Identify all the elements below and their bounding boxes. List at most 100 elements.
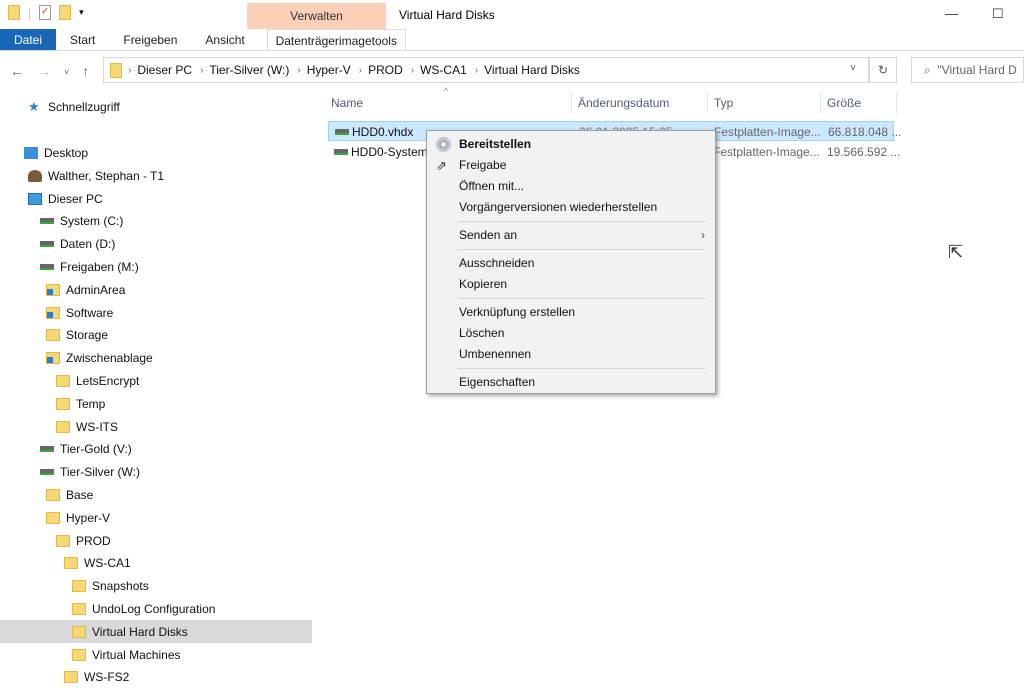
sidebar-item[interactable]: LetsEncrypt (0, 370, 312, 393)
sidebar-item[interactable]: Tier-Silver (W:) (0, 461, 312, 484)
breadcrumb-item[interactable]: Virtual Hard Disks (484, 63, 580, 77)
refresh-button[interactable]: ↻ (869, 57, 897, 83)
sidebar-item[interactable]: Software (0, 301, 312, 324)
maximize-button[interactable]: ☐ (992, 6, 1004, 22)
sidebar-item[interactable]: Dieser PC (0, 187, 312, 210)
menu-item[interactable]: Verknüpfung erstellen (427, 302, 715, 323)
menu-item-label: Umbenennen (459, 347, 532, 361)
menu-item[interactable]: Senden an › (427, 225, 715, 246)
menu-item[interactable]: Ausschneiden (427, 253, 715, 274)
menu-item[interactable]: Öffnen mit... (427, 176, 715, 197)
menu-item-label: Öffnen mit... (459, 179, 525, 193)
sidebar-item[interactable]: Tier-Gold (V:) (0, 438, 312, 461)
menu-item-label: Vorgängerversionen wiederherstellen (459, 200, 658, 214)
share-icon (46, 283, 60, 296)
sidebar-item[interactable]: Walther, Stephan - T1 (0, 164, 312, 187)
column-header-type[interactable]: Typ (708, 92, 821, 114)
sidebar-item[interactable]: Base (0, 484, 312, 507)
breadcrumb-item[interactable]: PROD (368, 63, 403, 77)
desk-icon (24, 146, 38, 159)
sidebar-item-label: Software (66, 305, 114, 320)
address-dropdown-icon[interactable]: ˅ (850, 63, 856, 74)
sidebar-item-label: Tier-Gold (V:) (60, 442, 132, 457)
sidebar-item[interactable]: AdminArea (0, 278, 312, 301)
breadcrumb-item[interactable]: WS-CA1 (420, 63, 467, 77)
sidebar-item[interactable]: Freigaben (M:) (0, 256, 312, 279)
minimize-button[interactable]: — (945, 6, 958, 21)
sidebar-item[interactable]: Desktop (0, 142, 312, 165)
folder-icon[interactable] (8, 5, 20, 20)
file-size: 66.818.048 ... (828, 125, 902, 139)
sidebar-item[interactable]: Zwischenablage (0, 347, 312, 370)
manage-context-tab[interactable]: Verwalten (247, 3, 386, 29)
breadcrumb-separator-icon[interactable]: › (297, 65, 300, 76)
menu-separator (457, 368, 705, 369)
drive-icon (40, 446, 54, 453)
breadcrumb-separator-icon[interactable]: › (411, 65, 414, 76)
tab-start[interactable]: Start (56, 29, 109, 50)
menu-item[interactable]: ⇗ Freigabe (427, 155, 715, 176)
sidebar-item[interactable]: System (C:) (0, 210, 312, 233)
sidebar-item[interactable]: Temp (0, 392, 312, 415)
forward-icon[interactable]: → (37, 63, 51, 81)
menu-item[interactable]: Kopieren (427, 274, 715, 295)
menu-item-label: Freigabe (459, 158, 507, 172)
sidebar-item-label: Virtual Machines (92, 647, 181, 662)
tab-datei[interactable]: Datei (0, 29, 57, 50)
breadcrumb-item[interactable]: Hyper-V (307, 63, 351, 77)
menu-item[interactable]: Löschen (427, 323, 715, 344)
sidebar-item[interactable]: Storage (0, 324, 312, 347)
menu-item-label: Senden an (459, 228, 518, 242)
folder-icon (56, 374, 70, 387)
tab-freigeben[interactable]: Freigeben (109, 29, 191, 50)
column-header-date[interactable]: Änderungsdatum (572, 92, 708, 114)
menu-item[interactable]: Vorgängerversionen wiederherstellen (427, 197, 715, 218)
breadcrumb-item[interactable]: Tier-Silver (W:) (209, 63, 289, 77)
sidebar-item[interactable]: Daten (D:) (0, 233, 312, 256)
breadcrumb-separator-icon[interactable]: › (200, 65, 203, 76)
breadcrumb-separator-icon[interactable]: › (359, 65, 362, 76)
sidebar-item-label: WS-CA1 (84, 556, 131, 571)
sidebar-item-label: Desktop (44, 145, 89, 160)
star-icon: ★ (28, 99, 40, 115)
search-input[interactable]: ⌕ "Virtual Hard D (911, 57, 1024, 83)
breadcrumb-item[interactable]: Dieser PC (137, 63, 192, 77)
sidebar-item[interactable]: WS-ITS (0, 415, 312, 438)
sidebar-item[interactable]: ★ Schnellzugriff (0, 96, 312, 119)
sidebar-item[interactable]: WS-CA1 (0, 552, 312, 575)
column-header-size[interactable]: Größe (821, 92, 897, 114)
sidebar-item[interactable]: PROD (0, 529, 312, 552)
menu-separator (457, 221, 705, 222)
sidebar-item[interactable]: UndoLog Configuration (0, 598, 312, 621)
new-folder-icon[interactable] (59, 5, 72, 20)
folder-icon (56, 397, 70, 410)
breadcrumb-separator-icon[interactable]: › (475, 65, 478, 76)
sidebar-item-label: Snapshots (92, 579, 149, 594)
menu-item[interactable]: Eigenschaften (427, 372, 715, 393)
sidebar-item-label: Storage (66, 328, 109, 343)
sidebar-item-label: Base (66, 487, 94, 502)
back-icon[interactable]: ← (10, 63, 24, 81)
file-size: 19.566.592 ... (827, 145, 901, 159)
sidebar-item[interactable]: Snapshots (0, 575, 312, 598)
sidebar-item[interactable]: Hyper-V (0, 506, 312, 529)
column-header-name[interactable]: Name (325, 92, 572, 114)
sidebar-item[interactable]: WS-FS2 (0, 666, 312, 689)
address-bar[interactable]: › Dieser PC › Tier-Silver (W:) › Hyper-V › PROD… (103, 57, 869, 83)
sidebar-item-label: PROD (76, 533, 111, 548)
tab-datentraegerimagetools[interactable]: Datenträgerimagetools (266, 29, 406, 50)
user-icon (28, 169, 42, 182)
menu-item[interactable]: Bereitstellen (427, 134, 715, 155)
properties-icon[interactable]: ✓ (39, 5, 52, 20)
customize-dropdown-icon[interactable]: ▾ (79, 7, 84, 18)
tab-ansicht[interactable]: Ansicht (191, 29, 258, 50)
menu-item-label: Ausschneiden (459, 256, 535, 270)
sidebar-item[interactable]: Virtual Hard Disks (0, 620, 312, 644)
recent-dropdown-icon[interactable]: ˅ (64, 63, 69, 81)
menu-item[interactable]: Umbenennen (427, 344, 715, 365)
up-icon[interactable]: ↑ (82, 63, 89, 81)
ribbon-tabs: Datei Start Freigeben Ansicht Datenträge… (0, 29, 1024, 51)
search-placeholder: "Virtual Hard D (937, 63, 1017, 77)
menu-item-label: Verknüpfung erstellen (459, 305, 576, 319)
breadcrumb-separator-icon[interactable]: › (128, 65, 131, 76)
